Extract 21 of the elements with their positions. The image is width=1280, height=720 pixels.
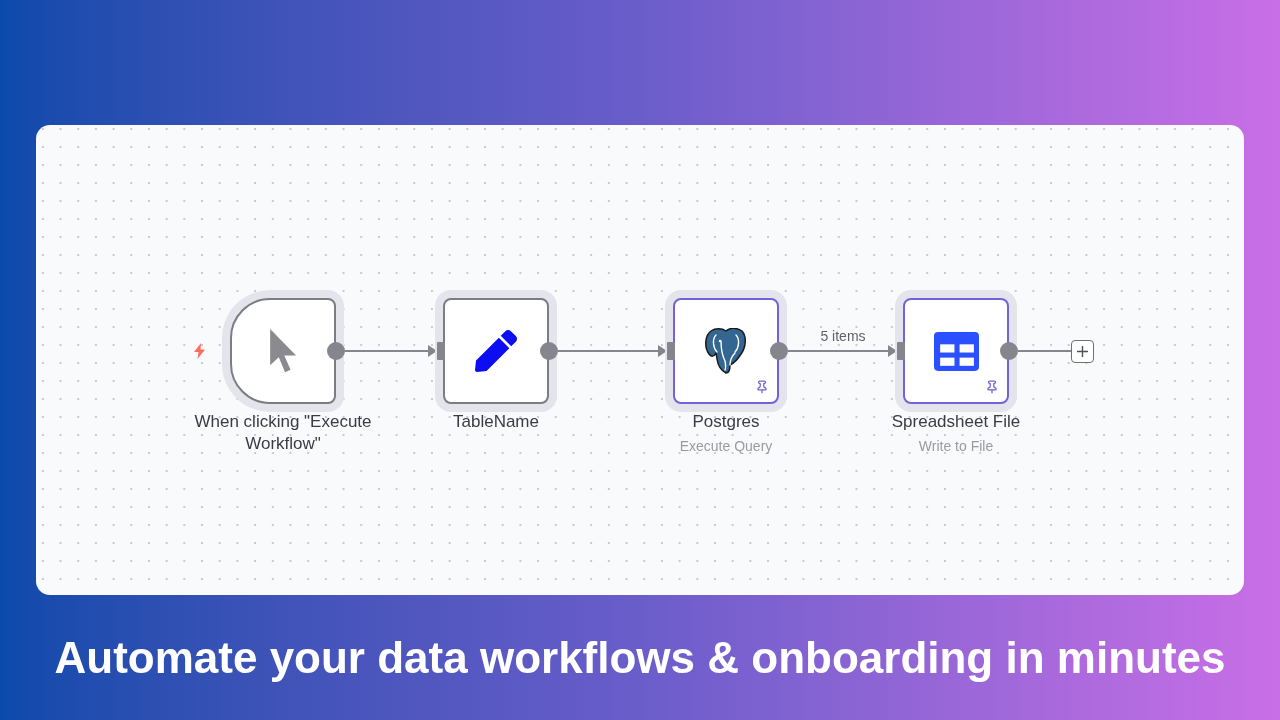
pin-icon — [755, 380, 769, 394]
node-title: When clicking "Execute Workflow" — [193, 411, 373, 455]
cursor-icon — [269, 329, 297, 373]
table-icon — [933, 331, 979, 371]
input-handle[interactable] — [897, 342, 905, 360]
node-title: Spreadsheet File — [891, 411, 1021, 433]
input-handle[interactable] — [437, 342, 445, 360]
pin-icon — [985, 380, 999, 394]
elephant-icon — [704, 328, 748, 374]
input-handle[interactable] — [667, 342, 675, 360]
plus-icon — [1077, 346, 1088, 357]
node-title: Postgres — [692, 411, 760, 433]
connection-label: 5 items — [819, 327, 867, 345]
add-node-button[interactable] — [1071, 340, 1094, 363]
node-title: TableName — [453, 411, 539, 433]
headline: Automate your data workflows & onboarding in minutes — [54, 631, 1226, 684]
node-subtitle: Write to File — [918, 437, 994, 455]
connector-line — [1017, 350, 1072, 352]
node-subtitle: Execute Query — [679, 437, 773, 455]
pencil-icon — [475, 330, 517, 372]
lightning-icon — [194, 343, 205, 359]
